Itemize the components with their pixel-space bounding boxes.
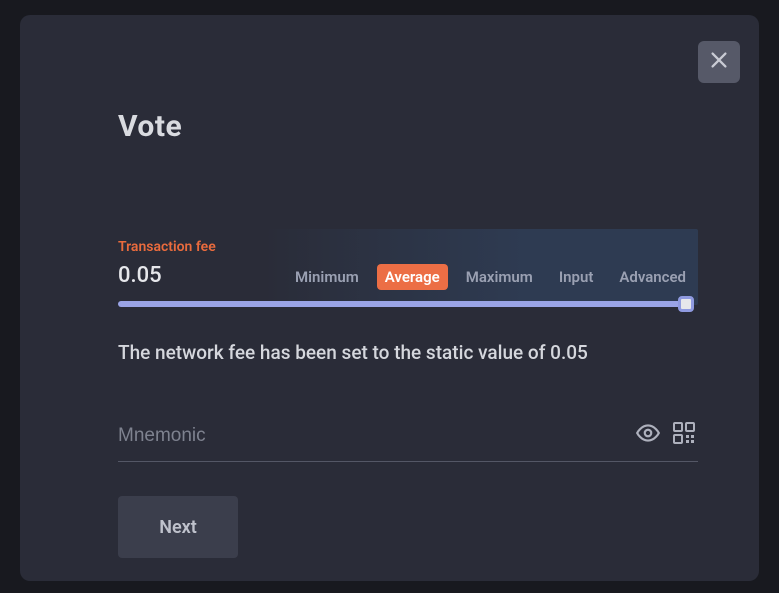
fee-value: 0.05 [118,263,162,288]
eye-icon [635,420,661,450]
fee-tabs: Minimum Average Maximum Input Advanced [287,264,694,290]
fee-tab-minimum[interactable]: Minimum [287,264,367,290]
fee-tab-average[interactable]: Average [377,264,448,290]
qr-icon [672,421,696,449]
qr-button[interactable] [670,421,698,449]
fee-label: Transaction fee [118,239,216,255]
next-button-label: Next [159,517,197,538]
fee-slider-track[interactable] [118,301,686,307]
fee-info-text: The network fee has been set to the stat… [118,341,698,364]
close-button[interactable] [698,41,740,83]
mnemonic-row [118,414,698,462]
mnemonic-input[interactable] [118,419,626,457]
next-button[interactable]: Next [118,496,238,558]
fee-slider-thumb[interactable] [678,296,694,312]
fee-tab-advanced[interactable]: Advanced [611,264,694,290]
close-icon [708,49,730,75]
fee-tab-maximum[interactable]: Maximum [458,264,541,290]
modal-title: Vote [118,109,698,144]
reveal-button[interactable] [634,421,662,449]
vote-modal: Vote Transaction fee 0.05 Minimum Averag… [20,15,759,581]
fee-tab-input[interactable]: Input [551,264,602,290]
transaction-fee-section: Transaction fee 0.05 Minimum Average Max… [118,229,698,311]
